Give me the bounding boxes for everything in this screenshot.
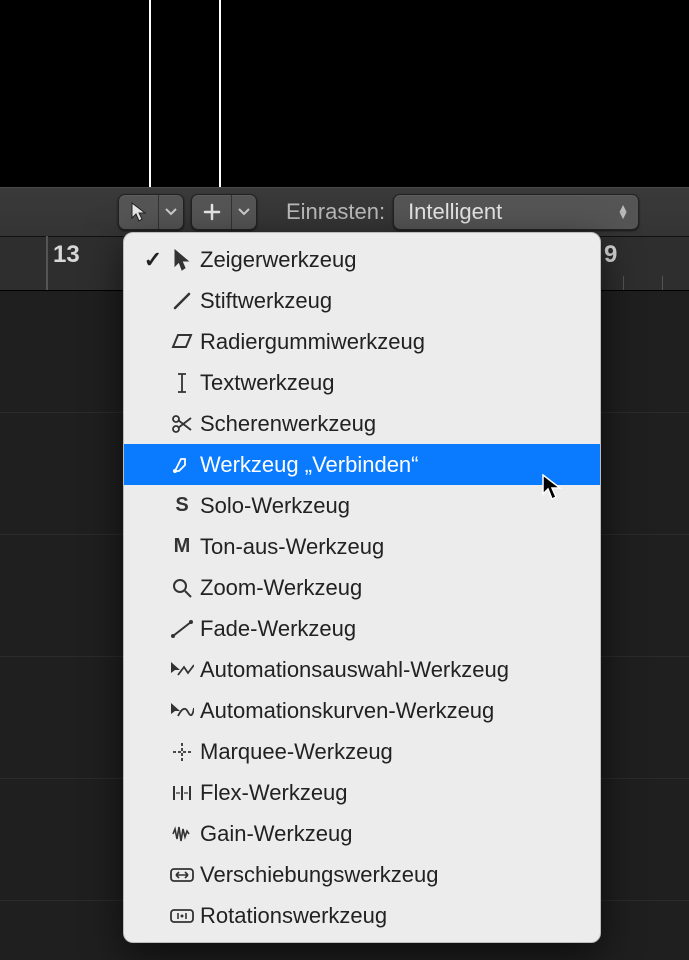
fade-icon <box>164 620 200 638</box>
autocurve-icon <box>164 702 200 720</box>
text-icon <box>164 372 200 394</box>
cmd-click-tool-chevron[interactable] <box>232 195 256 229</box>
stepper-icon: ▲▼ <box>616 205 630 219</box>
callout-line-left-tool <box>149 0 151 194</box>
tool-menu-item-label: Flex-Werkzeug <box>200 780 600 806</box>
tool-menu-item-label: Fade-Werkzeug <box>200 616 600 642</box>
snap-mode-select[interactable]: Intelligent ▲▼ <box>393 194 639 230</box>
pointer-icon <box>131 202 147 222</box>
tool-menu-item-label: Ton-aus-Werkzeug <box>200 534 600 560</box>
tool-menu-item-gain[interactable]: Gain-Werkzeug <box>124 813 600 854</box>
snap-label: Einrasten: <box>286 199 385 225</box>
check-icon: ✓ <box>142 247 164 273</box>
zoom-icon <box>164 577 200 599</box>
tool-menu-item-move[interactable]: Verschiebungswerkzeug <box>124 854 600 895</box>
tool-menu-item-rotate[interactable]: Rotationswerkzeug <box>124 895 600 936</box>
tool-menu-item-text[interactable]: Textwerkzeug <box>124 362 600 403</box>
scissors-icon <box>164 414 200 434</box>
rotate-icon <box>164 907 200 925</box>
tool-menu-item-autosel[interactable]: Automationsauswahl-Werkzeug <box>124 649 600 690</box>
tool-menu-item-label: Gain-Werkzeug <box>200 821 600 847</box>
tool-menu-item-label: Marquee-Werkzeug <box>200 739 600 765</box>
tool-menu-item-label: Stiftwerkzeug <box>200 288 600 314</box>
mute-icon: M <box>164 535 200 558</box>
ruler-tick-minor <box>623 276 624 290</box>
tool-menu-item-pointer[interactable]: ✓ Zeigerwerkzeug <box>124 239 600 280</box>
tool-menu-item-fade[interactable]: Fade-Werkzeug <box>124 608 600 649</box>
cmd-click-tool-selector[interactable] <box>191 194 257 230</box>
pointer-icon <box>164 249 200 271</box>
pencil-icon <box>164 291 200 311</box>
tool-menu-item-label: Werkzeug „Verbinden“ <box>200 452 600 478</box>
tool-menu-item-zoom[interactable]: Zoom-Werkzeug <box>124 567 600 608</box>
tool-menu-item-pencil[interactable]: Stiftwerkzeug <box>124 280 600 321</box>
flex-icon <box>164 783 200 803</box>
tool-menu-item-marquee[interactable]: Marquee-Werkzeug <box>124 731 600 772</box>
tool-menu-item-flex[interactable]: Flex-Werkzeug <box>124 772 600 813</box>
left-click-tool-selector[interactable] <box>118 194 184 230</box>
tool-menu-item-label: Zeigerwerkzeug <box>200 247 600 273</box>
tool-menu-item-scissors[interactable]: Scherenwerkzeug <box>124 403 600 444</box>
tool-menu-item-label: Automationsauswahl-Werkzeug <box>200 657 600 683</box>
ruler-tick-minor <box>662 276 663 290</box>
tool-dropdown-menu: ✓ Zeigerwerkzeug Stiftwerkzeug Radiergummiw… <box>123 232 601 943</box>
tool-menu-item-label: Radiergummiwerkzeug <box>200 329 600 355</box>
gain-icon <box>164 825 200 843</box>
plus-icon <box>203 203 221 221</box>
tool-menu-item-mute[interactable]: MTon-aus-Werkzeug <box>124 526 600 567</box>
marquee-icon <box>164 741 200 763</box>
tool-menu-item-label: Automationskurven-Werkzeug <box>200 698 600 724</box>
move-icon <box>164 866 200 884</box>
tool-menu-item-label: Textwerkzeug <box>200 370 600 396</box>
callout-line-cmd-tool <box>219 0 221 194</box>
tool-menu-item-autocurve[interactable]: Automationskurven-Werkzeug <box>124 690 600 731</box>
ruler-number-edge: 9 <box>604 241 617 269</box>
tool-menu-item-label: Zoom-Werkzeug <box>200 575 600 601</box>
cmd-click-tool-button[interactable] <box>192 195 232 229</box>
tool-menu-item-glue[interactable]: Werkzeug „Verbinden“ <box>124 444 600 485</box>
glue-icon <box>164 455 200 475</box>
eraser-icon <box>164 333 200 351</box>
tool-menu-item-solo[interactable]: SSolo-Werkzeug <box>124 485 600 526</box>
chevron-down-icon <box>238 208 250 216</box>
tool-menu-item-label: Verschiebungswerkzeug <box>200 862 600 888</box>
tool-menu-item-eraser[interactable]: Radiergummiwerkzeug <box>124 321 600 362</box>
tool-menu-item-label: Scherenwerkzeug <box>200 411 600 437</box>
left-click-tool-chevron[interactable] <box>159 195 183 229</box>
tracks-toolbar: Einrasten: Intelligent ▲▼ <box>0 187 689 237</box>
ruler-tick-major <box>46 236 48 290</box>
chevron-down-icon <box>165 208 177 216</box>
ruler-number: 13 <box>53 241 80 269</box>
autosel-icon <box>164 661 200 679</box>
solo-icon: S <box>164 494 200 517</box>
snap-mode-value: Intelligent <box>408 199 502 225</box>
left-click-tool-button[interactable] <box>119 195 159 229</box>
tool-menu-item-label: Solo-Werkzeug <box>200 493 600 519</box>
tool-menu-item-label: Rotationswerkzeug <box>200 903 600 929</box>
